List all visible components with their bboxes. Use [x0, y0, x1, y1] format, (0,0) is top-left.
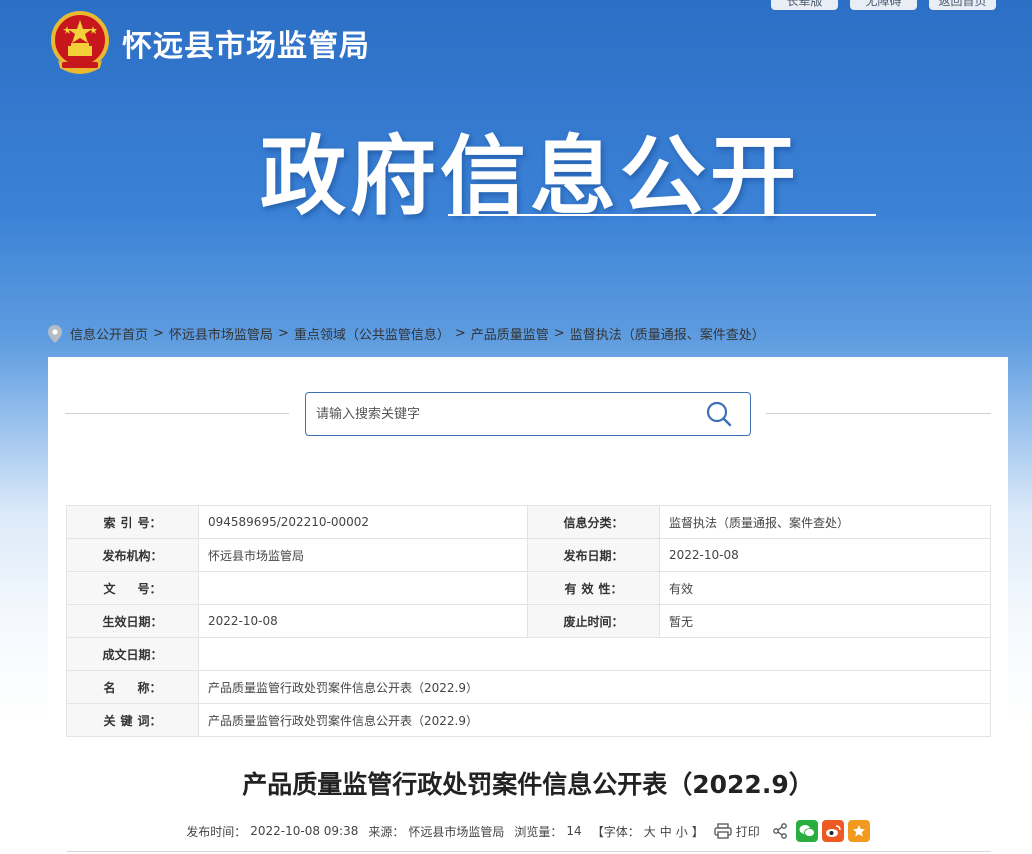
search-divider-right [766, 413, 991, 414]
publisher-value: 怀远县市场监管局 [198, 538, 528, 572]
index-label: 索引号： [66, 505, 199, 539]
table-row: 关键词： 产品质量监管行政处罚案件信息公开表（2022.9） [66, 703, 991, 737]
table-row: 索引号： 094589695/202210-00002 信息分类： 监督执法（质… [66, 505, 991, 539]
pub-date-label: 发布日期： [527, 538, 660, 572]
font-size-close: 】 [691, 824, 704, 839]
validity-value: 有效 [659, 571, 991, 605]
written-date-value [198, 637, 991, 671]
wechat-share-button[interactable] [795, 820, 818, 842]
font-size-label: 【字体： [591, 824, 640, 839]
site-name: 怀远县市场监管局 [122, 29, 370, 64]
pub-time-value: 2022-10-08 09:38 [250, 824, 359, 838]
banner-underline [448, 214, 876, 216]
location-pin-icon [48, 324, 62, 343]
pub-date-value: 2022-10-08 [659, 538, 991, 572]
print-icon[interactable] [714, 823, 732, 839]
category-label: 信息分类： [527, 505, 660, 539]
share-icon[interactable] [772, 823, 788, 839]
table-row: 发布机构： 怀远县市场监管局 发布日期： 2022-10-08 [66, 538, 991, 572]
breadcrumb-item-key-areas[interactable]: 重点领域（公共监管信息） [294, 324, 450, 343]
breadcrumb-item-bureau[interactable]: 怀远县市场监管局 [169, 324, 273, 343]
search-icon[interactable] [704, 399, 734, 429]
written-date-label: 成文日期： [66, 637, 199, 671]
banner-title: 政府信息公开 [260, 127, 800, 227]
source-label: 来源： [368, 824, 405, 839]
breadcrumb: 信息公开首页 > 怀远县市场监管局 > 重点领域（公共监管信息） > 产品质量监… [48, 324, 765, 343]
wechat-icon [799, 825, 815, 837]
home-button[interactable]: 返回首页 [929, 0, 996, 10]
meta-divider [66, 851, 991, 852]
table-row: 成文日期： [66, 637, 991, 671]
breadcrumb-separator: > [553, 326, 565, 341]
index-value: 094589695/202210-00002 [198, 505, 528, 539]
article-title: 产品质量监管行政处罚案件信息公开表（2022.9） [242, 770, 814, 799]
keyword-value: 产品质量监管行政处罚案件信息公开表（2022.9） [198, 703, 991, 737]
accessibility-button[interactable]: 无障碍 [850, 0, 917, 10]
search-input[interactable] [316, 394, 704, 434]
publisher-label: 发布机构： [66, 538, 199, 572]
views-label: 浏览量： [514, 824, 563, 839]
national-emblem-icon [51, 11, 109, 74]
name-value: 产品质量监管行政处罚案件信息公开表（2022.9） [198, 670, 991, 704]
search-box [305, 392, 751, 436]
top-button-group: 长辈版 无障碍 返回首页 [771, 0, 996, 10]
category-value: 监督执法（质量通报、案件查处） [659, 505, 991, 539]
weibo-icon [825, 825, 841, 837]
elder-mode-button[interactable]: 长辈版 [771, 0, 838, 10]
search-divider-left [65, 413, 289, 414]
name-label: 名称： [66, 670, 199, 704]
star-icon [852, 825, 865, 837]
views-value: 14 [566, 824, 582, 838]
content-panel: 索引号： 094589695/202210-00002 信息分类： 监督执法（质… [48, 357, 1008, 854]
breadcrumb-separator: > [454, 326, 466, 341]
validity-label: 有效性： [527, 571, 660, 605]
favorite-button[interactable] [847, 820, 870, 842]
source-value: 怀远县市场监管局 [408, 824, 505, 839]
site-header: 怀远县市场监管局 [48, 10, 370, 76]
doc-no-value [198, 571, 528, 605]
repeal-time-value: 暂无 [659, 604, 991, 638]
table-row: 生效日期： 2022-10-08 废止时间： 暂无 [66, 604, 991, 638]
font-large-button[interactable]: 大 [644, 823, 656, 840]
breadcrumb-separator: > [277, 326, 289, 341]
effective-date-label: 生效日期： [66, 604, 199, 638]
doc-no-label: 文号： [66, 571, 199, 605]
article-meta: 发布时间： 2022-10-08 09:38 来源： 怀远县市场监管局 浏览量：… [48, 820, 1008, 842]
font-small-button[interactable]: 小 [676, 823, 688, 840]
repeal-time-label: 废止时间： [527, 604, 660, 638]
info-table: 索引号： 094589695/202210-00002 信息分类： 监督执法（质… [66, 505, 991, 737]
font-medium-button[interactable]: 中 [660, 823, 672, 840]
breadcrumb-item-home[interactable]: 信息公开首页 [70, 324, 148, 343]
breadcrumb-separator: > [153, 326, 164, 341]
print-button[interactable]: 打印 [736, 823, 760, 840]
breadcrumb-item-product-quality[interactable]: 产品质量监管 [471, 324, 549, 343]
effective-date-value: 2022-10-08 [198, 604, 528, 638]
breadcrumb-item-supervision[interactable]: 监督执法（质量通报、案件查处） [570, 324, 765, 343]
table-row: 文号： 有效性： 有效 [66, 571, 991, 605]
pub-time-label: 发布时间： [186, 824, 247, 839]
keyword-label: 关键词： [66, 703, 199, 737]
table-row: 名称： 产品质量监管行政处罚案件信息公开表（2022.9） [66, 670, 991, 704]
weibo-share-button[interactable] [821, 820, 844, 842]
